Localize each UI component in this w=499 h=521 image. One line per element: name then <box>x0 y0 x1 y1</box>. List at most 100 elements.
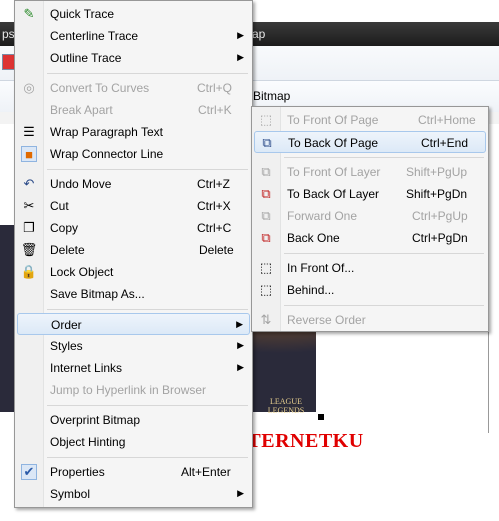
menu-item-label: To Back Of Page <box>288 136 379 150</box>
menu-item-back-one[interactable]: ⧉ Back One Ctrl+PgDn <box>254 227 486 249</box>
back-one-icon: ⧉ <box>261 230 271 245</box>
menu-item-shortcut: Shift+PgDn <box>406 187 468 201</box>
submenu-arrow-icon: ▶ <box>237 30 244 40</box>
menu-item-label: Break Apart <box>50 103 113 117</box>
menu-item-shortcut: Ctrl+End <box>421 136 469 150</box>
menu-item-label: Delete <box>50 243 85 257</box>
menu-item-shortcut: Shift+PgUp <box>406 165 468 179</box>
menu-item-to-back-of-layer[interactable]: ⧉ To Back Of Layer Shift+PgDn <box>254 183 486 205</box>
back-of-page-icon: ⧉ <box>262 135 272 150</box>
back-of-layer-icon: ⧉ <box>261 186 271 201</box>
menu-item-reverse-order[interactable]: ⇅ Reverse Order <box>254 309 486 331</box>
front-of-page-icon: ⬚ <box>259 112 273 127</box>
menu-item-internet-links[interactable]: Internet Links ▶ <box>17 357 250 379</box>
submenu-arrow-icon: ▶ <box>236 319 243 329</box>
menu-item-in-front-of[interactable]: ⬚ In Front Of... <box>254 257 486 279</box>
menu-item-cut[interactable]: ✂ Cut Ctrl+X <box>17 195 250 217</box>
menu-item-label: Convert To Curves <box>50 81 150 95</box>
menu-item-shortcut: Ctrl+X <box>197 199 231 213</box>
menu-item-centerline-trace[interactable]: Centerline Trace ▶ <box>17 25 250 47</box>
menu-separator <box>284 305 484 306</box>
menu-item-to-back-of-page[interactable]: ⧉ To Back Of Page Ctrl+End <box>254 131 486 153</box>
menu-item-outline-trace[interactable]: Outline Trace ▶ <box>17 47 250 69</box>
convert-curves-icon: ◎ <box>23 80 35 95</box>
lock-icon: 🔒 <box>20 264 38 279</box>
submenu-arrow-icon: ▶ <box>237 362 244 372</box>
menu-item-label: To Back Of Layer <box>287 187 380 201</box>
selection-handle[interactable] <box>318 414 324 420</box>
game-logo: LEAGUE LEGENDS <box>267 397 305 415</box>
menu-item-styles[interactable]: Styles ▶ <box>17 335 250 357</box>
quick-trace-icon: ✎ <box>23 6 35 21</box>
menu-item-break-apart[interactable]: Break Apart Ctrl+K <box>17 99 250 121</box>
menu-separator <box>47 73 248 74</box>
menu-item-label: Lock Object <box>50 265 114 279</box>
menu-item-shortcut: Ctrl+PgDn <box>412 231 468 245</box>
copy-icon: ❐ <box>23 220 35 235</box>
menu-separator <box>47 309 248 310</box>
menu-item-to-front-of-page[interactable]: ⬚ To Front Of Page Ctrl+Home <box>254 109 486 131</box>
menu-item-label: Overprint Bitmap <box>50 413 141 427</box>
menu-item-shortcut: Ctrl+C <box>197 221 232 235</box>
menu-separator <box>47 169 248 170</box>
menu-item-properties[interactable]: ✔ Properties Alt+Enter <box>17 461 250 483</box>
menu-item-shortcut: Ctrl+Home <box>418 113 476 127</box>
menu-separator <box>284 253 484 254</box>
menu-item-symbol[interactable]: Symbol ▶ <box>17 483 250 505</box>
menu-item-label: Wrap Paragraph Text <box>50 125 163 139</box>
menu-item-label: Symbol <box>50 487 91 501</box>
menu-item-label: Save Bitmap As... <box>50 287 145 301</box>
menu-item-undo-move[interactable]: ↶ Undo Move Ctrl+Z <box>17 173 250 195</box>
menu-item-label: Wrap Connector Line <box>50 147 164 161</box>
menu-item-forward-one[interactable]: ⧉ Forward One Ctrl+PgUp <box>254 205 486 227</box>
menu-item-label: Forward One <box>287 209 358 223</box>
wrap-connector-icon: ■ <box>21 146 37 162</box>
menu-item-label: Cut <box>50 199 69 213</box>
menu-item-jump-to-hyperlink[interactable]: Jump to Hyperlink in Browser <box>17 379 250 401</box>
menu-item-behind[interactable]: ⬚ Behind... <box>254 279 486 301</box>
menu-item-label: Internet Links <box>50 361 123 375</box>
menu-item-shortcut: Ctrl+PgUp <box>412 209 468 223</box>
menu-item-quick-trace[interactable]: ✎ Quick Trace <box>17 3 250 25</box>
forward-one-icon: ⧉ <box>261 208 271 223</box>
menu-separator <box>47 457 248 458</box>
menu-item-delete[interactable]: 🗑 Delete Delete <box>17 239 250 261</box>
menu-item-label: To Front Of Layer <box>287 165 381 179</box>
menu-item-lock-object[interactable]: 🔒 Lock Object <box>17 261 250 283</box>
title-fragment-right: ap <box>252 27 266 41</box>
scissors-icon: ✂ <box>23 198 35 213</box>
menu-item-wrap-paragraph-text[interactable]: ☰ Wrap Paragraph Text <box>17 121 250 143</box>
menu-item-overprint-bitmap[interactable]: Overprint Bitmap <box>17 409 250 431</box>
menu-item-shortcut: Alt+Enter <box>181 465 231 479</box>
menu-item-label: Reverse Order <box>287 313 366 327</box>
menu-item-save-bitmap-as[interactable]: Save Bitmap As... <box>17 283 250 305</box>
menu-item-label: Centerline Trace <box>50 29 139 43</box>
menu-item-shortcut: Ctrl+Q <box>197 81 233 95</box>
context-menu: ✎ Quick Trace Centerline Trace ▶ Outline… <box>14 0 253 508</box>
menu-item-label: In Front Of... <box>287 261 355 275</box>
wrap-text-icon: ☰ <box>23 124 35 139</box>
menu-item-shortcut: Delete <box>199 243 234 257</box>
undo-icon: ↶ <box>23 176 35 191</box>
submenu-arrow-icon: ▶ <box>237 340 244 350</box>
menu-item-label: Outline Trace <box>50 51 122 65</box>
menu-item-convert-to-curves[interactable]: ◎ Convert To Curves Ctrl+Q <box>17 77 250 99</box>
menu-item-shortcut: Ctrl+Z <box>197 177 230 191</box>
menu-item-wrap-connector-line[interactable]: ■ Wrap Connector Line <box>17 143 250 165</box>
menu-item-label: Properties <box>50 465 105 479</box>
behind-icon: ⬚ <box>259 282 273 297</box>
menu-item-to-front-of-layer[interactable]: ⧉ To Front Of Layer Shift+PgUp <box>254 161 486 183</box>
menu-item-copy[interactable]: ❐ Copy Ctrl+C <box>17 217 250 239</box>
menu-item-label: Undo Move <box>50 177 112 191</box>
menu-item-label: Copy <box>50 221 79 235</box>
title-fragment-left: ps <box>2 27 15 41</box>
menu-separator <box>47 405 248 406</box>
order-submenu: ⬚ To Front Of Page Ctrl+Home ⧉ To Back O… <box>251 106 489 332</box>
submenu-arrow-icon: ▶ <box>237 52 244 62</box>
menu-item-object-hinting[interactable]: Object Hinting <box>17 431 250 453</box>
menu-item-label: To Front Of Page <box>287 113 379 127</box>
menu-item-label: Order <box>51 318 82 332</box>
menu-item-order[interactable]: Order ▶ <box>17 313 250 335</box>
submenu-arrow-icon: ▶ <box>237 488 244 498</box>
menu-item-label: Back One <box>287 231 340 245</box>
